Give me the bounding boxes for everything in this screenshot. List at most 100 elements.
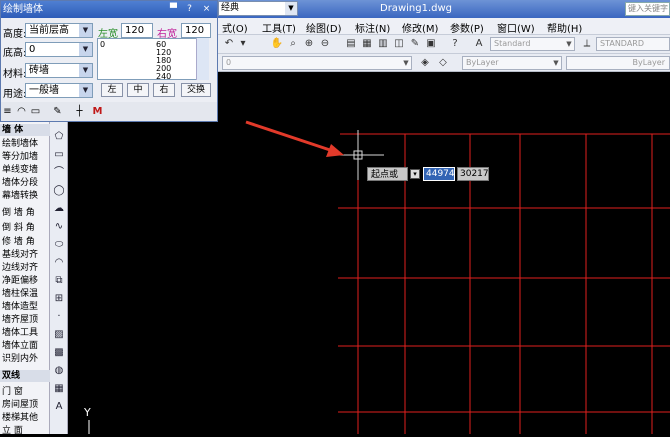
palette-item[interactable]: 墙体分段 bbox=[0, 177, 50, 189]
swap-button[interactable]: 交换 bbox=[181, 83, 211, 97]
chevron-down-icon[interactable]: ▼ bbox=[79, 64, 92, 77]
tool-palettes-icon[interactable]: ▥ bbox=[376, 37, 390, 51]
height-select[interactable]: 当前层高 ▼ bbox=[25, 23, 93, 38]
palette-item[interactable]: 墙齐屋顶 bbox=[0, 314, 50, 326]
bottom-height-select[interactable]: 0 ▼ bbox=[25, 42, 93, 57]
palette-item[interactable]: 墙柱保温 bbox=[0, 288, 50, 300]
design-center-icon[interactable]: ▦ bbox=[360, 37, 374, 51]
material-select[interactable]: 砖墙 ▼ bbox=[25, 63, 93, 78]
gradient-icon[interactable]: ▩ bbox=[52, 346, 66, 360]
help-icon[interactable]: ? bbox=[448, 37, 462, 51]
palette-section-rooms-roofs[interactable]: 房间屋顶 bbox=[0, 399, 50, 411]
markup-icon[interactable]: ✎ bbox=[408, 37, 422, 51]
menu-window[interactable]: 窗口(W) bbox=[497, 20, 535, 35]
dim-style-icon[interactable]: ⟂ bbox=[580, 37, 594, 51]
palette-item[interactable]: 净距偏移 bbox=[0, 275, 50, 287]
center-button[interactable]: 中 bbox=[127, 83, 149, 97]
left-width-input[interactable]: 120 bbox=[121, 23, 153, 38]
table-icon[interactable]: ▦ bbox=[52, 382, 66, 396]
insert-block-icon[interactable]: ⧉ bbox=[52, 274, 66, 288]
straight-wall-icon[interactable]: ≡ bbox=[1, 105, 14, 118]
text-style-icon[interactable]: A bbox=[472, 37, 486, 51]
workspace-combo[interactable]: 经典 ▼ bbox=[218, 1, 298, 16]
polygon-icon[interactable]: ⬠ bbox=[52, 130, 66, 144]
width-list[interactable]: 0 60 120 180 200 240 bbox=[97, 38, 209, 80]
palette-item[interactable]: 幕墙转换 bbox=[0, 190, 50, 202]
arc-icon[interactable]: ⌒ bbox=[52, 166, 66, 180]
ellipse-icon[interactable]: ⬭ bbox=[52, 238, 66, 252]
pin-icon[interactable]: ▀ bbox=[167, 3, 180, 16]
list-item[interactable]: 0 bbox=[100, 40, 105, 49]
close-icon[interactable]: × bbox=[200, 3, 213, 16]
chevron-down-icon[interactable]: ▼ bbox=[401, 57, 411, 69]
palette-section-stairs[interactable]: 楼梯其他 bbox=[0, 412, 50, 424]
menu-draw[interactable]: 绘图(D) bbox=[306, 20, 342, 35]
menu-dimension[interactable]: 标注(N) bbox=[355, 20, 390, 35]
zoom-previous-icon[interactable]: ⊖ bbox=[318, 37, 332, 51]
undo-icon[interactable]: ↶ bbox=[222, 37, 236, 51]
menu-parameters[interactable]: 参数(P) bbox=[450, 20, 484, 35]
menu-format[interactable]: 式(O) bbox=[222, 20, 248, 35]
palette-item[interactable]: 墙体立面 bbox=[0, 340, 50, 352]
quickcalc-icon[interactable]: ▣ bbox=[424, 37, 438, 51]
list-item[interactable]: 240 bbox=[156, 72, 171, 79]
palette-item[interactable]: 等分加墙 bbox=[0, 151, 50, 163]
sheet-set-icon[interactable]: ◫ bbox=[392, 37, 406, 51]
menu-modify[interactable]: 修改(M) bbox=[402, 20, 438, 35]
menu-tools[interactable]: 工具(T) bbox=[262, 20, 296, 35]
palette-item[interactable]: 倒 斜 角 bbox=[0, 222, 50, 234]
palette-item[interactable]: 边线对齐 bbox=[0, 262, 50, 274]
options-down-icon[interactable]: ▾ bbox=[410, 169, 420, 179]
x-coordinate-input[interactable]: 44974 bbox=[423, 167, 455, 181]
rectangle-icon[interactable]: ▭ bbox=[52, 148, 66, 162]
palette-item[interactable]: 墙体工具 bbox=[0, 327, 50, 339]
properties-icon[interactable]: ▤ bbox=[344, 37, 358, 51]
point-icon[interactable]: · bbox=[52, 310, 66, 324]
zoom-realtime-icon[interactable]: ⌕ bbox=[286, 37, 300, 51]
linetype-combo[interactable]: ByLayer bbox=[566, 56, 670, 70]
help-icon[interactable]: ? bbox=[183, 3, 196, 16]
zoom-window-icon[interactable]: ⊕ bbox=[302, 37, 316, 51]
right-button[interactable]: 右 bbox=[153, 83, 175, 97]
text-style-combo[interactable]: Standard ▼ bbox=[490, 37, 575, 51]
layer-previous-icon[interactable]: ◇ bbox=[436, 56, 450, 70]
arc-wall-icon[interactable]: ◠ bbox=[15, 105, 28, 118]
pick-icon[interactable]: ✎ bbox=[51, 105, 64, 118]
layer-combo[interactable]: 0 ▼ bbox=[222, 56, 412, 70]
palette-item[interactable]: 修 墙 角 bbox=[0, 236, 50, 248]
palette-section-doors-windows[interactable]: 门 窗 bbox=[0, 386, 50, 398]
list-scrollbar[interactable] bbox=[196, 38, 209, 80]
rect-wall-icon[interactable]: ▭ bbox=[29, 105, 42, 118]
chevron-down-icon[interactable]: ▼ bbox=[79, 24, 92, 37]
usage-select[interactable]: 一般墙 ▼ bbox=[25, 83, 93, 98]
chevron-down-icon[interactable]: ▼ bbox=[285, 2, 297, 15]
spline-icon[interactable]: ∿ bbox=[52, 220, 66, 234]
palette-item[interactable]: 单线变墙 bbox=[0, 164, 50, 176]
palette-item[interactable]: 基线对齐 bbox=[0, 249, 50, 261]
palette-section-elevation[interactable]: 立 面 bbox=[0, 425, 50, 437]
hatch-icon[interactable]: ▨ bbox=[52, 328, 66, 342]
revcloud-icon[interactable]: ☁ bbox=[52, 202, 66, 216]
chevron-down-icon[interactable]: ▾ bbox=[236, 37, 250, 51]
make-layer-current-icon[interactable]: ◈ bbox=[418, 56, 432, 70]
region-icon[interactable]: ◍ bbox=[52, 364, 66, 378]
right-width-input[interactable]: 120 bbox=[181, 23, 211, 38]
chevron-down-icon[interactable]: ▼ bbox=[564, 38, 574, 50]
module-icon[interactable]: M bbox=[91, 105, 104, 118]
palette-item[interactable]: 墙体造型 bbox=[0, 301, 50, 313]
dim-style-combo[interactable]: STANDARD bbox=[596, 37, 670, 51]
menu-help[interactable]: 帮助(H) bbox=[547, 20, 582, 35]
palette-header[interactable]: 墙 体 bbox=[0, 124, 50, 136]
palette-section-double-line[interactable]: 双线 bbox=[0, 370, 50, 382]
drawing-canvas[interactable] bbox=[0, 72, 670, 434]
make-block-icon[interactable]: ⊞ bbox=[52, 292, 66, 306]
chevron-down-icon[interactable]: ▼ bbox=[551, 57, 561, 69]
left-button[interactable]: 左 bbox=[101, 83, 123, 97]
mtext-icon[interactable]: A bbox=[52, 400, 66, 414]
pan-icon[interactable]: ✋ bbox=[270, 37, 284, 51]
palette-item[interactable]: 识别内外 bbox=[0, 353, 50, 365]
chevron-down-icon[interactable]: ▼ bbox=[79, 43, 92, 56]
y-coordinate-input[interactable]: 30217 bbox=[457, 167, 489, 181]
palette-item[interactable]: 绘制墙体 bbox=[0, 138, 50, 150]
grid-snap-icon[interactable]: ┼ bbox=[73, 105, 86, 118]
